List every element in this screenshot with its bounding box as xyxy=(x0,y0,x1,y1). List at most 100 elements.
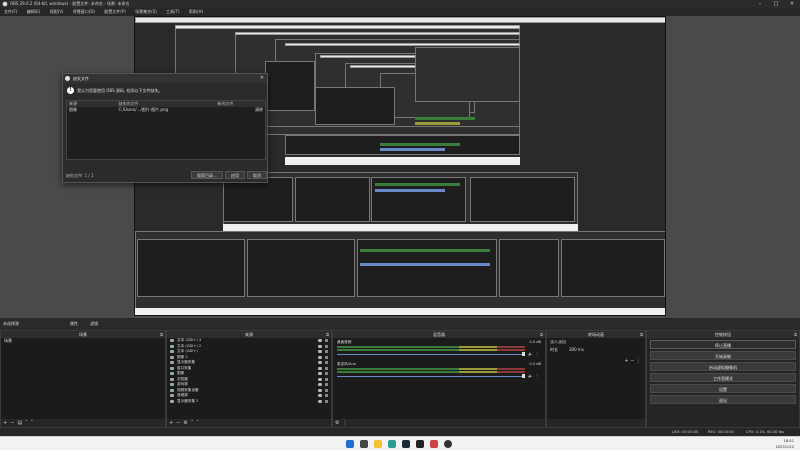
visibility-icon[interactable] xyxy=(318,339,322,342)
lock-icon[interactable] xyxy=(325,388,328,392)
move-up-icon[interactable]: ˄ xyxy=(191,420,194,426)
visibility-icon[interactable] xyxy=(318,350,322,353)
dialog-close-button[interactable]: ✕ xyxy=(260,74,264,83)
speaker-icon[interactable]: 🔈 xyxy=(528,351,533,356)
move-up-icon[interactable]: ˄ xyxy=(25,420,28,426)
taskbar-clock[interactable]: 18:51 2023/1/22 xyxy=(776,438,794,450)
remove-icon[interactable]: − xyxy=(10,420,14,426)
visibility-icon[interactable] xyxy=(318,388,322,392)
menu-file[interactable]: 文件(F) xyxy=(0,8,21,16)
gamepad-icon xyxy=(170,383,174,386)
visibility-icon[interactable] xyxy=(318,399,322,403)
menu-view[interactable]: 视图(V) xyxy=(46,8,68,16)
preview-area[interactable]: 缺失文件 ✕ ! 我认为您要使用 OBS 源码, 检测以下文件缺失。 来源 缺失… xyxy=(0,16,800,318)
recursive-dock-scenes-large xyxy=(137,239,245,297)
more-options-icon[interactable]: ⋮ xyxy=(636,358,641,364)
lock-icon[interactable] xyxy=(325,372,328,375)
lock-icon[interactable] xyxy=(325,366,328,370)
popout-icon[interactable]: ⧉ xyxy=(326,331,329,338)
sources-title: 来源 ⧉ xyxy=(167,331,331,338)
menu-help[interactable]: 帮助(H) xyxy=(185,8,207,16)
filters-button[interactable]: 滤镜 xyxy=(90,318,98,330)
studio-mode-button[interactable]: 工作室模式 xyxy=(650,373,796,382)
gear-icon[interactable]: ⚙ xyxy=(335,420,339,426)
start-recording-button[interactable]: 开始录制 xyxy=(650,351,796,360)
volume-slider[interactable] xyxy=(337,354,525,355)
table-row[interactable]: 图像 C:/Users/.../图片-图片.png 清除 xyxy=(67,107,265,113)
lock-icon[interactable] xyxy=(325,350,328,353)
visibility-icon[interactable] xyxy=(318,377,322,381)
visibility-icon[interactable] xyxy=(318,361,322,364)
move-down-icon[interactable]: ˅ xyxy=(196,420,199,426)
lock-icon[interactable] xyxy=(325,394,328,397)
visibility-icon[interactable] xyxy=(318,355,322,359)
recursive-dock-controls-large xyxy=(561,239,665,297)
move-down-icon[interactable]: ˅ xyxy=(31,420,34,426)
add-icon[interactable]: + xyxy=(3,420,7,426)
lock-icon[interactable] xyxy=(325,355,328,359)
close-button[interactable]: ✕ xyxy=(786,0,798,8)
exit-button[interactable]: 退出 xyxy=(650,395,796,404)
add-icon[interactable]: + xyxy=(624,358,628,364)
speaker-icon[interactable]: 🔈 xyxy=(528,373,533,378)
menu-profile[interactable]: 配置文件(P) xyxy=(100,8,130,16)
start-icon[interactable] xyxy=(346,440,354,448)
menu-docks[interactable]: 停靠窗口(D) xyxy=(69,8,99,16)
filter-icon[interactable]: ▤ xyxy=(17,420,22,426)
lock-icon[interactable] xyxy=(325,361,328,364)
search-directory-button[interactable]: 搜索目录... xyxy=(191,171,223,179)
volume-slider-handle[interactable] xyxy=(522,352,525,356)
visibility-icon[interactable] xyxy=(318,344,322,348)
lock-icon[interactable] xyxy=(325,377,328,381)
visibility-icon[interactable] xyxy=(318,366,322,370)
source-item[interactable]: 显示器采集 2 xyxy=(167,399,331,405)
menu-tools[interactable]: 工具(T) xyxy=(162,8,184,16)
more-options-icon[interactable]: ⋮ xyxy=(342,420,347,426)
apply-button[interactable]: 应用 xyxy=(225,171,245,179)
popout-icon[interactable]: ⧉ xyxy=(160,331,163,338)
app-icon[interactable] xyxy=(444,440,452,448)
scene-item[interactable]: 场景 xyxy=(1,338,165,344)
sources-list[interactable]: 文本 (GDI+) 3 文本 (GDI+) 2 文本 (GDI+) 图像 2 显… xyxy=(167,338,331,419)
maximize-button[interactable]: □ xyxy=(770,0,782,8)
stop-streaming-button[interactable]: 停止直播 xyxy=(650,340,796,349)
steam-icon[interactable] xyxy=(402,440,410,448)
file-explorer-icon[interactable] xyxy=(374,440,382,448)
gear-icon[interactable]: ⚙ xyxy=(183,420,187,426)
menu-edit[interactable]: 编辑(E) xyxy=(23,8,45,16)
dialog-title: 缺失文件 xyxy=(73,76,89,81)
popout-icon[interactable]: ⧉ xyxy=(640,331,643,338)
edge-icon[interactable] xyxy=(388,440,396,448)
minimize-button[interactable]: – xyxy=(754,0,766,8)
visibility-icon[interactable] xyxy=(318,372,322,375)
transition-type-select[interactable]: 淡入淡出 xyxy=(547,338,645,346)
visibility-icon[interactable] xyxy=(318,394,322,397)
lock-icon[interactable] xyxy=(325,399,328,403)
volume-slider-handle[interactable] xyxy=(522,374,525,378)
lock-icon[interactable] xyxy=(325,339,328,342)
popout-icon[interactable]: ⧉ xyxy=(540,331,543,338)
missing-files-table[interactable]: 来源 缺失的文件 新的文件 图像 C:/Users/.../图片-图片.png … xyxy=(66,100,266,160)
remove-icon[interactable]: − xyxy=(630,358,634,364)
volume-slider[interactable] xyxy=(337,376,525,377)
duration-input[interactable]: 300 ms xyxy=(567,346,607,354)
lock-icon[interactable] xyxy=(325,344,328,348)
app-icon[interactable] xyxy=(430,440,438,448)
start-virtual-camera-button[interactable]: 启动虚拟摄像机 xyxy=(650,362,796,371)
row-clear-action[interactable]: 清除 xyxy=(215,107,265,113)
settings-button[interactable]: 设置 xyxy=(650,384,796,393)
search-icon[interactable] xyxy=(360,440,368,448)
cancel-button[interactable]: 取消 xyxy=(247,171,267,179)
visibility-icon[interactable] xyxy=(318,383,322,386)
more-options-icon[interactable]: ⋮ xyxy=(535,373,539,378)
remove-icon[interactable]: − xyxy=(176,420,180,426)
scenes-list[interactable]: 场景 xyxy=(1,338,165,419)
add-icon[interactable]: + xyxy=(169,420,173,426)
popout-icon[interactable]: ⧉ xyxy=(794,331,797,338)
obs-taskbar-icon[interactable] xyxy=(416,440,424,448)
windows-taskbar: 18:51 2023/1/22 xyxy=(0,436,800,450)
properties-button[interactable]: 属性 xyxy=(70,318,78,330)
more-options-icon[interactable]: ⋮ xyxy=(535,351,539,356)
menu-scene-collection[interactable]: 场景集合(S) xyxy=(131,8,161,16)
lock-icon[interactable] xyxy=(325,383,328,386)
